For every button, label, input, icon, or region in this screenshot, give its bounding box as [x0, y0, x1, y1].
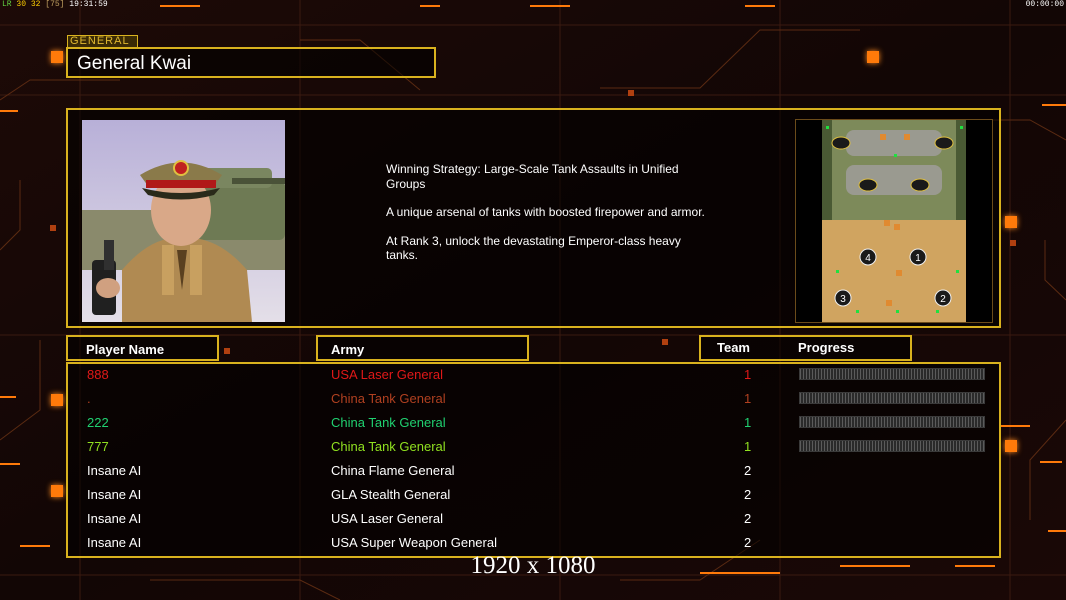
glow-square [1005, 440, 1017, 452]
header-team-label: Team [717, 340, 750, 355]
player-army: China Tank General [331, 415, 446, 430]
start-position-label: 4 [865, 253, 871, 264]
header-progress-label: Progress [798, 340, 855, 355]
loading-progress-bar [799, 416, 985, 428]
strategy-line: Winning Strategy: Large-Scale Tank Assau… [386, 162, 679, 191]
player-team: 2 [744, 511, 752, 526]
status-time: 19:31:59 [69, 0, 108, 9]
player-team: 1 [744, 415, 752, 430]
player-row: Insane AI China Flame General 2 [68, 460, 1003, 484]
general-portrait [82, 120, 285, 322]
player-army: USA Laser General [331, 367, 444, 382]
player-army: USA Super Weapon General [331, 535, 497, 550]
player-team: 1 [744, 439, 752, 454]
start-position-label: 3 [840, 294, 846, 305]
glow-square [867, 51, 879, 63]
loading-progress-bar [799, 392, 985, 404]
strategy-text: Winning Strategy: Large-Scale Tank Assau… [386, 162, 716, 277]
player-row: . China Tank General 1 [68, 388, 1003, 412]
player-army: China Tank General [331, 391, 446, 406]
status-bar-right: 00:00:00 [1025, 0, 1064, 9]
player-team: 1 [744, 367, 752, 382]
header-army: Army [316, 335, 529, 361]
map-preview[interactable]: 1 2 3 4 [795, 119, 993, 323]
start-position-label: 2 [940, 294, 946, 305]
loading-progress-bar [799, 440, 985, 452]
strategy-line: A unique arsenal of tanks with boosted f… [386, 205, 705, 219]
player-name: Insane AI [87, 535, 142, 550]
player-army: China Flame General [331, 463, 455, 478]
player-name: 222 [87, 415, 109, 430]
glow-square [1005, 216, 1017, 228]
glow-square [51, 51, 63, 63]
player-team: 1 [744, 391, 752, 406]
player-army: GLA Stealth General [331, 487, 451, 502]
player-name: 888 [87, 367, 109, 382]
header-label: Army [331, 342, 365, 357]
player-team: 2 [744, 487, 752, 502]
general-name: General Kwai [77, 53, 192, 74]
player-team: 2 [744, 535, 752, 550]
player-army: USA Laser General [331, 511, 444, 526]
player-team: 2 [744, 463, 752, 478]
status-bar-left: LR 30 32 [75] 19:31:59 [2, 0, 108, 9]
start-position-label: 1 [915, 253, 921, 264]
status-item: 30 [16, 0, 27, 9]
player-list: 888 USA Laser General 1. China Tank General… [66, 362, 1001, 558]
header-label: Player Name [86, 342, 165, 357]
strategy-line: At Rank 3, unlock the devastating Empero… [386, 233, 681, 263]
player-row: 777 China Tank General 1 [68, 436, 1003, 460]
player-row: Insane AI USA Laser General 2 [68, 508, 1003, 532]
status-item: LR [2, 0, 12, 9]
header-player-name: Player Name [66, 335, 219, 361]
status-item: [75] [45, 0, 65, 9]
player-row: 888 USA Laser General 1 [68, 364, 1003, 388]
player-name: Insane AI [87, 487, 142, 502]
player-name: Insane AI [87, 511, 142, 526]
player-row: Insane AI GLA Stealth General 2 [68, 484, 1003, 508]
general-info-panel: Winning Strategy: Large-Scale Tank Assau… [66, 108, 1001, 328]
player-army: China Tank General [331, 439, 446, 454]
general-name-box: General Kwai [66, 47, 436, 78]
glow-square [51, 394, 63, 406]
status-item: 32 [30, 0, 41, 9]
player-name: 777 [87, 439, 109, 454]
player-row: 222 China Tank General 1 [68, 412, 1003, 436]
loading-progress-bar [799, 368, 985, 380]
player-name: Insane AI [87, 463, 142, 478]
resolution-label: 1920 x 1080 [470, 552, 596, 579]
glow-square [51, 485, 63, 497]
header-team-progress: Team Progress [699, 335, 912, 361]
player-name: . [87, 391, 91, 406]
